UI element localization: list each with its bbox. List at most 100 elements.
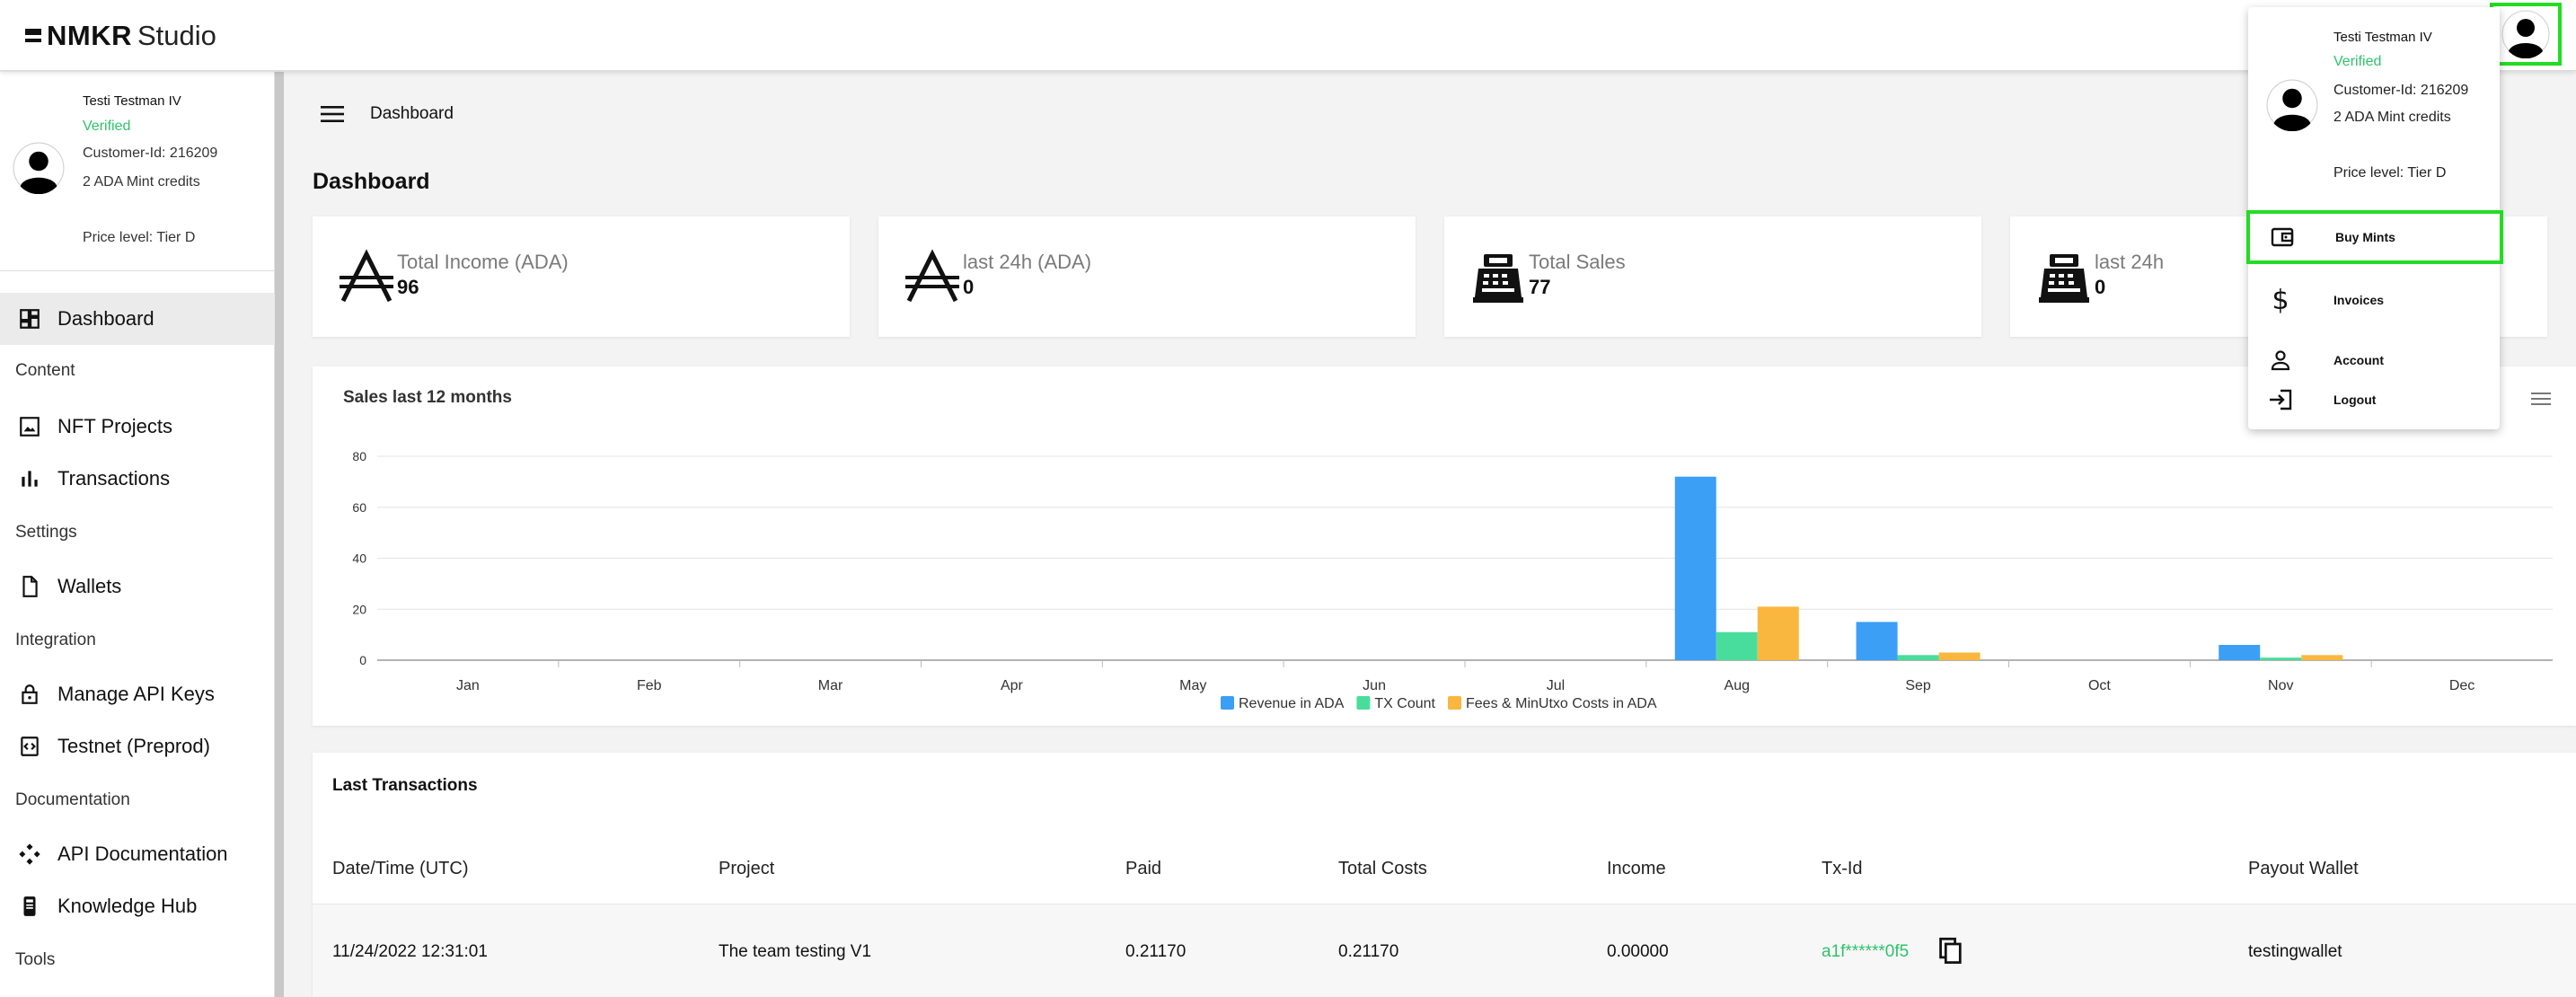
x-tick-label: May (1179, 678, 1206, 693)
buy-mints-menu-item[interactable]: Buy Mints (2246, 210, 2503, 264)
copy-icon (1939, 937, 1962, 964)
y-tick-label: 80 (352, 449, 366, 463)
y-tick-label: 60 (352, 500, 366, 515)
person-icon (2263, 349, 2298, 371)
legend-label[interactable]: Revenue in ADA (1239, 696, 1345, 711)
column-header-project[interactable]: Project (719, 859, 774, 879)
sidebar: Testi Testman IV Verified Customer-Id: 2… (0, 72, 275, 997)
invoices-menu-item[interactable]: $ Invoices (2248, 275, 2500, 325)
stat-value: 96 (397, 276, 419, 298)
sidebar-section-tools: Tools (15, 950, 56, 969)
bar[interactable] (1938, 652, 1981, 660)
profile-customer-id: Customer-Id: 216209 (83, 146, 218, 161)
wallet-icon (2264, 227, 2300, 247)
legend-swatch[interactable] (1221, 696, 1234, 710)
ada-icon (905, 249, 959, 303)
bar[interactable] (1897, 655, 1939, 660)
legend-swatch[interactable] (1448, 696, 1461, 710)
phone-book-icon (14, 891, 45, 922)
sidebar-item-wallets[interactable]: Wallets (0, 560, 275, 613)
cell-tx-id-link[interactable]: a1f******0f5 (1822, 942, 1909, 962)
sidebar-scrollbar[interactable] (275, 72, 284, 997)
user-dropdown-menu: Testi Testman IV Verified Customer-Id: 2… (2246, 7, 2503, 429)
dollar-icon: $ (2272, 284, 2289, 316)
sales-bar-chart: 0 20 40 60 80 Jan Feb Mar Apr May Jun Jul Aug Sep Oct N… (352, 449, 2553, 711)
column-header-total-costs[interactable]: Total Costs (1338, 859, 1427, 879)
api-icon (14, 839, 45, 869)
sidebar-item-label: Transactions (57, 467, 171, 490)
cell-project: The team testing V1 (719, 942, 872, 961)
menu-item-label: Invoices (2333, 293, 2385, 307)
bar[interactable] (2260, 657, 2302, 660)
column-header-income[interactable]: Income (1607, 859, 1666, 879)
sidebar-item-manage-api-keys[interactable]: Manage API Keys (0, 668, 275, 720)
sales-chart-card: 0 20 40 60 80 Jan Feb Mar Apr May Jun Jul Aug Sep Oct N… (313, 366, 2576, 726)
sidebar-item-nft-projects[interactable]: NFT Projects (0, 401, 275, 453)
sidebar-item-knowledge-hub[interactable]: Knowledge Hub (0, 880, 275, 932)
bar[interactable] (1856, 622, 1898, 660)
lock-icon (14, 679, 45, 710)
user-avatar-button[interactable] (2490, 3, 2562, 66)
cell-datetime: 11/24/2022 12:31:01 (332, 942, 488, 961)
dropdown-mint-credits: 2 ADA Mint credits (2333, 110, 2451, 125)
sidebar-item-label: Wallets (57, 575, 122, 597)
dropdown-customer-id: Customer-Id: 216209 (2333, 83, 2469, 98)
stat-label: last 24h (ADA) (963, 251, 1092, 273)
x-tick-label: Jul (1547, 678, 1565, 693)
profile-name: Testi Testman IV (83, 93, 181, 109)
x-tick-label: Apr (1001, 678, 1024, 693)
code-file-icon (14, 731, 45, 762)
sidebar-section-integration: Integration (15, 631, 96, 649)
sidebar-item-transactions[interactable]: Transactions (0, 453, 275, 505)
column-header-payout-wallet[interactable]: Payout Wallet (2248, 859, 2359, 879)
sidebar-item-dashboard[interactable]: Dashboard (0, 293, 275, 345)
stat-label: last 24h (2095, 251, 2165, 273)
sidebar-item-label: Manage API Keys (57, 683, 215, 705)
bar[interactable] (1716, 631, 1758, 660)
stat-card-total-sales: Total Sales 77 (1444, 216, 1981, 337)
logout-menu-item[interactable]: Logout (2248, 375, 2500, 425)
bar[interactable] (1757, 606, 1799, 660)
profile-mint-credits: 2 ADA Mint credits (83, 174, 200, 190)
legend-swatch[interactable] (1356, 696, 1371, 710)
stat-card-last24h-ada: last 24h (ADA) 0 (878, 216, 1416, 337)
column-header-tx-id[interactable]: Tx-Id (1822, 859, 1863, 879)
breadcrumb[interactable]: Dashboard (370, 99, 454, 129)
avatar-icon (13, 142, 65, 194)
chart-title: Sales last 12 months (343, 388, 512, 407)
menu-toggle-button[interactable] (314, 99, 350, 129)
stat-value: 0 (963, 276, 975, 298)
sidebar-item-label: API Documentation (57, 843, 228, 865)
sidebar-item-testnet[interactable]: Testnet (Preprod) (0, 720, 275, 772)
copy-button[interactable] (1938, 937, 1963, 970)
y-tick-label: 0 (359, 653, 366, 667)
x-tick-label: Aug (1725, 678, 1750, 693)
legend-label[interactable]: TX Count (1374, 696, 1435, 711)
profile-price-level: Price level: Tier D (83, 230, 196, 245)
stat-label: Total Income (ADA) (397, 251, 569, 273)
sidebar-item-api-documentation[interactable]: API Documentation (0, 828, 275, 880)
menu-lines-icon (2531, 393, 2551, 405)
bar[interactable] (2219, 644, 2261, 660)
profile-verified-status: Verified (83, 119, 131, 134)
legend-label[interactable]: Fees & MinUtxo Costs in ADA (1466, 696, 1657, 711)
cell-paid: 0.21170 (1125, 942, 1187, 961)
x-tick-label: Jun (1363, 678, 1386, 693)
column-header-datetime[interactable]: Date/Time (UTC) (332, 859, 468, 879)
y-tick-label: 20 (352, 602, 366, 616)
hamburger-icon (321, 106, 344, 122)
x-tick-label: Sep (1905, 678, 1931, 693)
chart-menu-button[interactable] (2531, 392, 2551, 410)
sidebar-section-content: Content (15, 361, 75, 380)
stat-card-total-income: Total Income (ADA) 96 (313, 216, 850, 337)
table-row[interactable]: 11/24/2022 12:31:01 The team testing V1 … (313, 904, 2576, 997)
sidebar-item-label: Knowledge Hub (57, 895, 198, 917)
column-header-paid[interactable]: Paid (1125, 859, 1161, 879)
bar[interactable] (1674, 476, 1716, 660)
bar[interactable] (2301, 655, 2343, 660)
bar-chart-icon (14, 463, 45, 494)
dropdown-user-name: Testi Testman IV (2333, 30, 2432, 45)
transactions-title: Last Transactions (332, 776, 478, 795)
image-icon (14, 411, 45, 442)
app-logo[interactable]: NMKR Studio (25, 18, 216, 54)
